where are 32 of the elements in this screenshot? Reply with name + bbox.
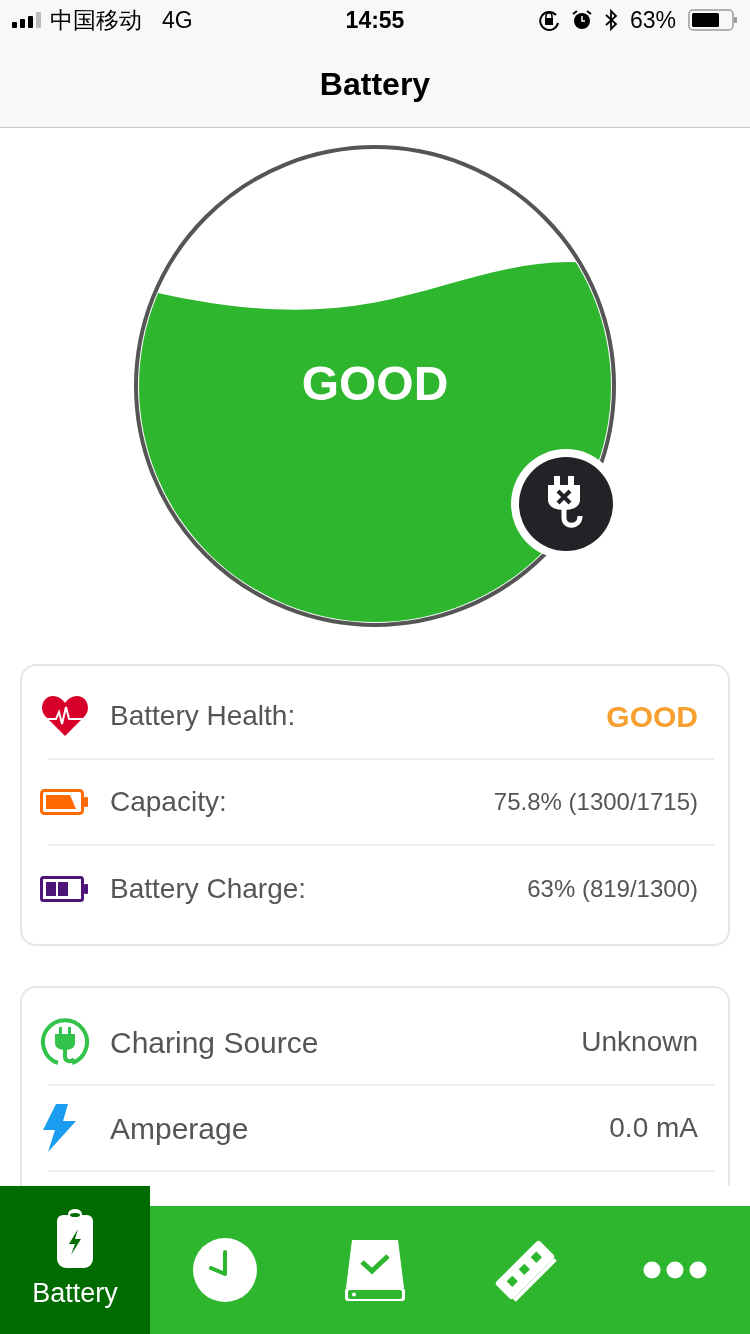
more-icon (643, 1261, 707, 1279)
nav-title: Battery (319, 64, 431, 104)
row-value: 0.0 mA (609, 1111, 698, 1145)
status-time: 14:55 (345, 5, 405, 35)
battery-icon (55, 1206, 95, 1269)
tab-button[interactable] (150, 1206, 300, 1334)
alarm-icon (571, 10, 592, 30)
gauge-status: GOOD (301, 356, 449, 412)
row-label: Charing Source (110, 1024, 319, 1061)
row-value: Unknown (581, 1025, 698, 1059)
battery-percent: 63% (629, 5, 676, 35)
hard-drive-check-icon (344, 1238, 406, 1302)
row-label: Capacity: (110, 785, 227, 819)
row-value: GOOD (606, 698, 698, 735)
battery-icon (40, 876, 90, 902)
plug-icon (40, 1017, 90, 1067)
tab-button[interactable] (600, 1206, 750, 1334)
row-value: 75.8% (1300/1715) (493, 787, 698, 817)
heart-pulse-icon (40, 695, 90, 737)
rotation-lock-icon (537, 9, 560, 31)
bluetooth-icon (603, 9, 618, 31)
network-type: 4G (162, 5, 193, 35)
signal-icon (12, 12, 42, 28)
row-value: 63% (819/1300) (527, 874, 698, 904)
carrier-name: 中国移动 (50, 5, 142, 35)
battery-icon (688, 9, 738, 31)
battery-icon (40, 789, 90, 815)
row-label: Battery Charge: (110, 872, 307, 906)
tab-button[interactable]: Battery (0, 1186, 150, 1334)
row-label: Amperage (110, 1110, 249, 1147)
clock-icon (193, 1238, 257, 1302)
row-label: Battery Health: (110, 699, 296, 733)
